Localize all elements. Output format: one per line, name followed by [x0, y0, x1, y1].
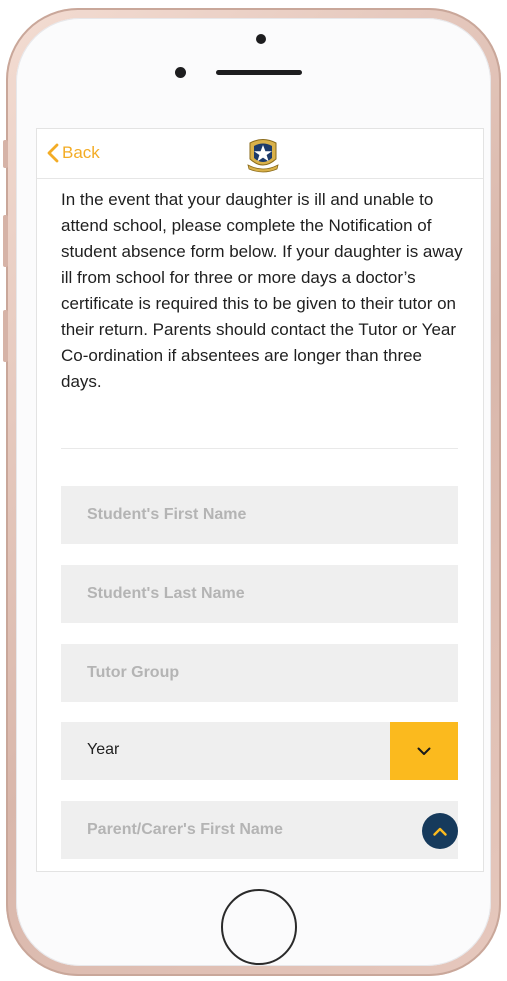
chevron-up-icon [433, 827, 447, 836]
nav-bar: Back [37, 129, 483, 179]
chevron-left-icon [47, 143, 59, 163]
home-button[interactable] [221, 889, 297, 965]
scroll-to-top-button[interactable] [422, 813, 458, 849]
student-first-name-input[interactable] [61, 486, 458, 544]
divider [61, 448, 458, 449]
mute-switch [3, 140, 8, 168]
volume-down-button [3, 310, 8, 362]
earpiece-speaker [216, 70, 302, 75]
year-select-value: Year [87, 741, 120, 758]
chevron-down-icon [417, 747, 431, 755]
year-dropdown-button[interactable] [390, 722, 458, 780]
front-camera [256, 34, 266, 44]
back-button[interactable]: Back [47, 143, 100, 163]
year-select[interactable]: Year [61, 722, 458, 780]
student-last-name-input[interactable] [61, 565, 458, 623]
app-screen: Back In the event that your daughter is … [37, 129, 483, 871]
volume-up-button [3, 215, 8, 267]
tutor-group-input[interactable] [61, 644, 458, 702]
proximity-sensor [175, 67, 186, 78]
intro-text: In the event that your daughter is ill a… [61, 190, 463, 391]
parent-first-name-input[interactable] [61, 801, 458, 859]
school-crest-logo [247, 139, 279, 173]
back-label: Back [62, 143, 100, 162]
